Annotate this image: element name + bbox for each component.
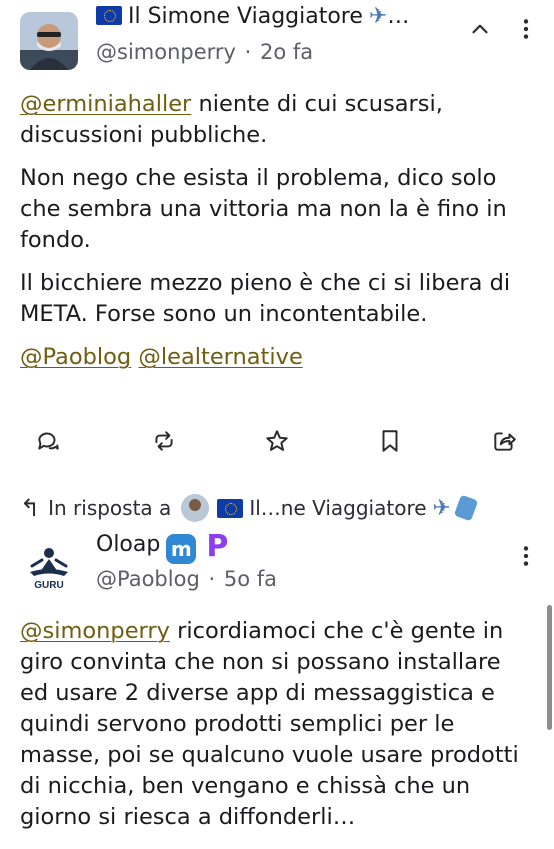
avatar[interactable] — [20, 12, 78, 70]
display-name-text: Il Simone Viaggiatore — [128, 4, 363, 29]
mention-link[interactable]: @Paoblog — [20, 344, 131, 370]
reply-prefix: In risposta a — [48, 496, 172, 520]
post-time[interactable]: 5o fa — [224, 567, 277, 591]
bookmark-button[interactable] — [373, 424, 407, 458]
favourite-button[interactable] — [260, 424, 294, 458]
avatar-photo — [20, 12, 78, 70]
reply-button[interactable] — [31, 424, 65, 458]
reply-target-name: Il…ne Viaggiatore — [249, 496, 427, 520]
boost-icon — [155, 431, 173, 451]
display-name-ellipsis: … — [387, 4, 410, 29]
more-vertical-icon — [523, 546, 529, 566]
display-name-text: Oloap — [96, 532, 161, 557]
paragraph: @erminiahaller niente di cui scusarsi, d… — [20, 89, 540, 151]
eu-flag-icon — [217, 498, 244, 518]
avatar[interactable]: GURU — [20, 538, 78, 596]
avatar-label: GURU — [34, 580, 64, 591]
mini-avatar — [181, 494, 210, 522]
mention-link[interactable]: @simonperry — [20, 618, 170, 644]
collapse-button[interactable] — [463, 12, 497, 46]
paragraph: Il bicchiere mezzo pieno è che ci si lib… — [20, 270, 511, 327]
star-icon — [266, 430, 288, 451]
paragraph: @simonperry ricordiamoci che c'è gente i… — [20, 616, 535, 833]
reply-icon — [38, 432, 59, 450]
chevron-up-icon — [472, 24, 488, 34]
account-handle[interactable]: @Paoblog — [96, 567, 200, 591]
paragraph: Non nego che esista il problema, dico so… — [20, 165, 507, 253]
luggage-icon — [453, 494, 479, 522]
pixelfed-icon: P — [202, 532, 233, 563]
more-vertical-icon — [523, 19, 529, 39]
share-icon — [494, 432, 516, 451]
boost-button[interactable] — [147, 424, 181, 458]
in-reply-to[interactable]: ↰ In risposta a Il…ne Viaggiatore ✈ — [20, 488, 479, 528]
bookmark-icon — [382, 430, 398, 452]
mastodon-icon: m — [166, 534, 197, 564]
account-handle-line: @simonperry · 2o fa — [96, 40, 313, 64]
display-name[interactable]: Oloap m P — [96, 532, 233, 564]
mentions-paragraph: @Paoblog @lealternative — [20, 342, 540, 373]
share-button[interactable] — [487, 424, 521, 458]
display-name[interactable]: Il Simone Viaggiatore ✈… — [96, 4, 409, 29]
airplane-icon: ✈ — [432, 495, 451, 521]
separator: · — [208, 567, 216, 591]
post-content: @simonperry ricordiamoci che c'è gente i… — [20, 616, 535, 845]
account-handle-line: @Paoblog · 5o fa — [96, 567, 277, 591]
mention-link[interactable]: @erminiahaller — [20, 91, 191, 117]
scrollbar[interactable] — [547, 605, 552, 730]
more-options-button[interactable] — [509, 12, 543, 46]
post-content: @erminiahaller niente di cui scusarsi, d… — [20, 89, 540, 385]
airplane-icon: ✈ — [368, 4, 388, 29]
eu-flag-icon — [96, 6, 122, 25]
account-handle[interactable]: @simonperry — [96, 40, 236, 64]
separator: · — [244, 40, 252, 64]
mention-link[interactable]: @lealternative — [138, 344, 302, 370]
paragraph-text: ricordiamoci che c'è gente in giro convi… — [20, 618, 519, 830]
more-options-button[interactable] — [509, 539, 543, 573]
post-time[interactable]: 2o fa — [260, 40, 313, 64]
reply-arrow-icon: ↰ — [20, 494, 41, 522]
